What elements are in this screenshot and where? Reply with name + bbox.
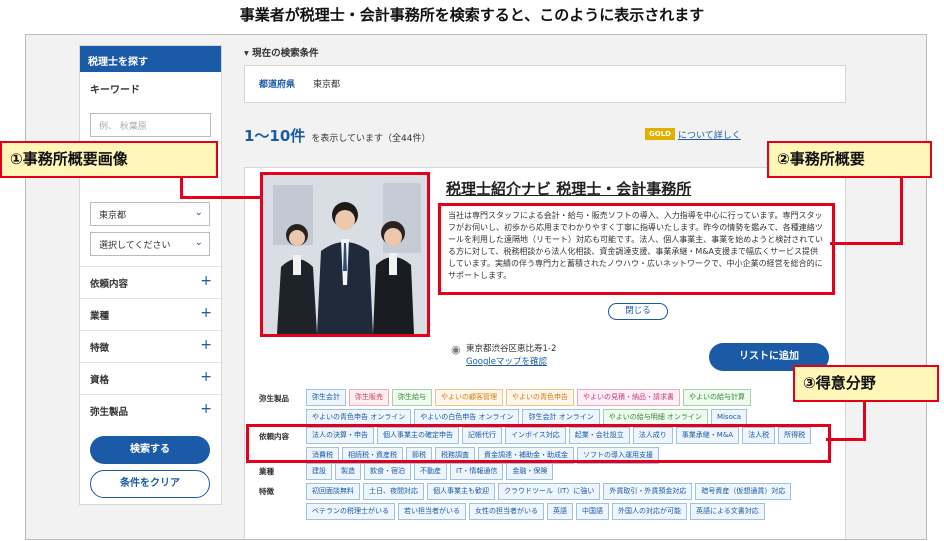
- conditions-heading-text: 現在の検索条件: [252, 48, 319, 59]
- plus-icon: +: [200, 401, 212, 417]
- accordion-label: 弥生製品: [90, 407, 129, 418]
- office-description: 当社は専門スタッフによる会計・給与・販売ソフトの導入、入力指導を中心に行っていま…: [438, 203, 835, 295]
- callout-office-image: ①事務所概要画像: [0, 141, 218, 178]
- tag-chip[interactable]: 英語: [547, 503, 573, 520]
- tag-chip[interactable]: 不動産: [414, 463, 447, 480]
- accordion-label: 業種: [90, 311, 110, 322]
- keyword-input[interactable]: 例、 秋葉原: [90, 113, 211, 137]
- sidebar-header: 税理士を探す: [80, 46, 221, 72]
- industry-label: 業種: [259, 467, 274, 476]
- office-address: 東京都渋谷区恵比寿1-2: [466, 344, 557, 354]
- callout-connector: [900, 178, 903, 244]
- office-address-block: 東京都渋谷区恵比寿1-2 Googleマップを確認: [466, 343, 556, 369]
- accordion-feature[interactable]: 特徴 +: [80, 330, 221, 362]
- close-description-button[interactable]: 閉じる: [608, 303, 668, 320]
- tag-chip[interactable]: 暗号資産（仮想通貨）対応: [695, 483, 792, 500]
- plus-icon: +: [200, 305, 212, 321]
- tag-chip[interactable]: 製造: [335, 463, 361, 480]
- callout-connector: [863, 400, 866, 441]
- plus-icon: +: [200, 273, 212, 289]
- tag-chip[interactable]: 土日、夜間対応: [363, 483, 424, 500]
- tag-chip[interactable]: 弥生会計: [306, 389, 346, 406]
- staff-photo-illustration: [263, 175, 427, 334]
- result-range: 1〜10件: [244, 127, 306, 145]
- condition-value: 東京都: [313, 80, 341, 90]
- result-suffix: を表示しています（全44件）: [311, 134, 431, 144]
- office-title[interactable]: 税理士紹介ナビ 税理士・会計事務所: [446, 178, 691, 199]
- prefecture-select[interactable]: 東京都 ⌄: [90, 202, 210, 226]
- conditions-heading: ▾ 現在の検索条件: [244, 48, 319, 59]
- chevron-down-icon: ⌄: [194, 207, 203, 218]
- tag-chip[interactable]: 個人事業主も歓迎: [427, 483, 495, 500]
- tag-chip[interactable]: やよいの給与計算: [683, 389, 751, 406]
- tag-chip[interactable]: 女性の担当者がいる: [469, 503, 544, 520]
- tag-chip[interactable]: 弥生販売: [349, 389, 389, 406]
- keyword-label: キーワード: [90, 85, 140, 96]
- tag-chip[interactable]: 若い担当者がいる: [398, 503, 466, 520]
- accordion-qualification[interactable]: 資格 +: [80, 362, 221, 394]
- tag-chip[interactable]: 英語による文書対応: [690, 503, 765, 520]
- tag-chip[interactable]: 弥生給与: [392, 389, 432, 406]
- accordion-label: 依頼内容: [90, 279, 129, 290]
- office-photo: [260, 172, 430, 337]
- tag-chip[interactable]: IT・情報通信: [450, 463, 504, 480]
- feature-tags: 初回面談無料 土日、夜間対応 個人事業主も歓迎 クラウドツール（IT）に強い 外貨取引・…: [306, 483, 806, 520]
- accordion-label: 特徴: [90, 343, 110, 354]
- yayoi-products-label: 弥生製品: [259, 394, 289, 403]
- clear-button[interactable]: 条件をクリア: [90, 470, 210, 498]
- specialty-highlight: [246, 424, 831, 463]
- feature-label: 特徴: [259, 487, 274, 496]
- conditions-box: 都道府県 東京都: [244, 65, 846, 103]
- callout-connector: [826, 438, 866, 441]
- tag-chip[interactable]: 初回面談無料: [306, 483, 360, 500]
- tag-chip[interactable]: ベテランの税理士がいる: [306, 503, 395, 520]
- map-pin-icon: ◉: [451, 343, 461, 356]
- tag-chip[interactable]: 中国語: [576, 503, 609, 520]
- callout-connector: [830, 242, 903, 245]
- tag-chip[interactable]: 飲食・宿泊: [364, 463, 411, 480]
- gold-badge: GOLD: [645, 128, 675, 140]
- tag-chip[interactable]: やよいの青色申告: [506, 389, 574, 406]
- accordion-label: 資格: [90, 375, 110, 386]
- sidebar: 税理士を探す キーワード 例、 秋葉原 東京都 ⌄ 選択してください ⌄ 依頼内容 +…: [79, 45, 222, 505]
- yayoi-products-tags: 弥生会計 弥生販売 弥生給与 やよいの顧客管理 やよいの青色申告 やよいの見積・納品・請求…: [306, 389, 836, 426]
- callout-office-summary: ②事務所概要: [767, 141, 932, 178]
- tag-chip[interactable]: 外貨取引・外貨預金対応: [603, 483, 693, 500]
- search-button[interactable]: 検索する: [90, 436, 210, 464]
- google-map-link[interactable]: Googleマップを確認: [466, 356, 556, 369]
- browser-frame: 税理士を探す キーワード 例、 秋葉原 東京都 ⌄ 選択してください ⌄ 依頼内容 +…: [25, 34, 927, 540]
- city-value: 選択してください: [99, 241, 171, 251]
- plus-icon: +: [200, 337, 212, 353]
- chevron-down-icon: ⌄: [194, 237, 203, 248]
- condition-key: 都道府県: [259, 80, 296, 90]
- page-caption: 事業者が税理士・会計事務所を検索すると、このように表示されます: [239, 6, 705, 24]
- callout-connector: [180, 196, 260, 199]
- tag-chip[interactable]: クラウドツール（IT）に強い: [498, 483, 601, 500]
- accordion-industry[interactable]: 業種 +: [80, 298, 221, 330]
- callout-specialty: ③得意分野: [793, 365, 939, 402]
- prefecture-value: 東京都: [99, 211, 127, 221]
- result-count: 1〜10件 を表示しています（全44件）: [244, 125, 431, 146]
- tag-chip[interactable]: 金融・保険: [506, 463, 554, 480]
- tag-chip[interactable]: やよいの顧客管理: [435, 389, 503, 406]
- industry-tags: 建設 製造 飲食・宿泊 不動産 IT・情報通信 金融・保険: [306, 463, 836, 480]
- tag-chip[interactable]: やよいの見積・納品・請求書: [577, 389, 680, 406]
- tag-chip[interactable]: 建設: [306, 463, 332, 480]
- accordion-yayoi[interactable]: 弥生製品 +: [80, 394, 221, 426]
- accordion-request[interactable]: 依頼内容 +: [80, 266, 221, 298]
- tag-chip[interactable]: 外国人の対応が可能: [612, 503, 687, 520]
- city-select[interactable]: 選択してください ⌄: [90, 232, 210, 256]
- plus-icon: +: [200, 369, 212, 385]
- gold-info-link[interactable]: について詳しく: [678, 128, 741, 141]
